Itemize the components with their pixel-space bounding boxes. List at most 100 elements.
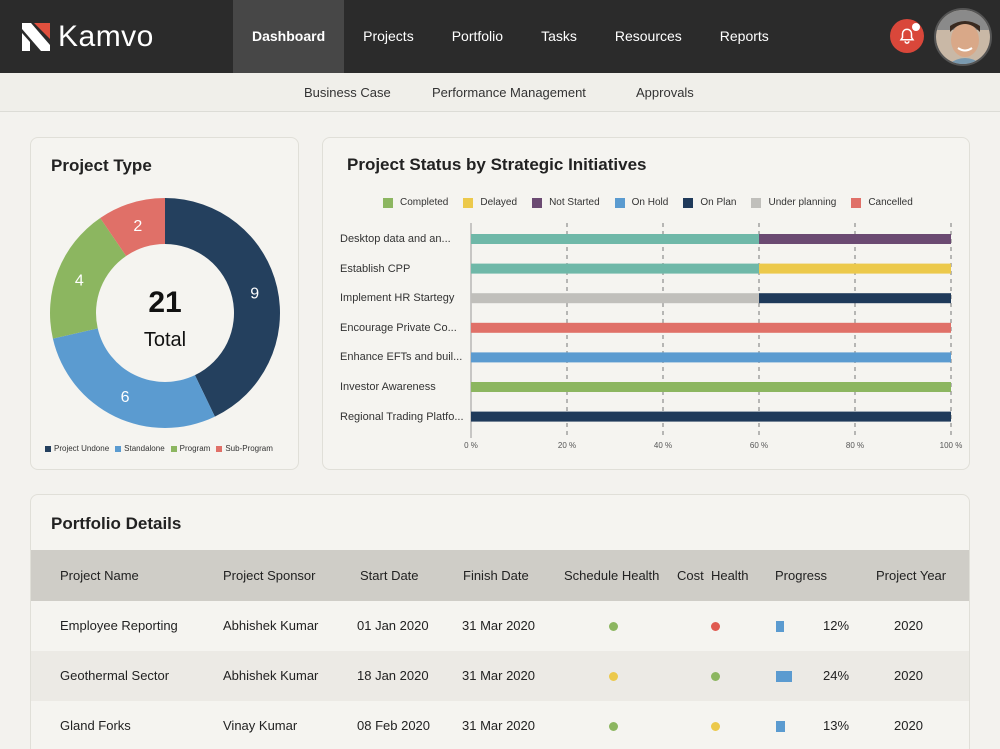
donut-slice-standalone[interactable] <box>52 328 215 428</box>
schedule-health-indicator <box>609 722 618 731</box>
legend-item[interactable]: Project Undone <box>45 444 109 453</box>
cell-progress: 12% <box>823 618 850 633</box>
cell-project-sponsor: Abhishek Kumar <box>223 618 319 633</box>
cost-health-indicator <box>711 622 720 631</box>
table-row[interactable]: Employee Reporting Abhishek Kumar 01 Jan 2… <box>31 601 969 651</box>
legend-label: Project Undone <box>54 444 110 453</box>
donut-total-value: 21 <box>148 286 181 319</box>
kamvo-logo-icon <box>22 23 50 51</box>
cell-progress: 13% <box>823 718 850 733</box>
nav-item-reports[interactable]: Reports <box>701 0 788 73</box>
app-logo[interactable]: Kamvo <box>22 20 154 53</box>
table-row[interactable]: Geothermal Sector Abhishek Kumar 18 Jan 20… <box>31 651 969 701</box>
sub-navbar: Business Case Performance Management App… <box>0 73 1000 112</box>
cell-finish-date: 31 Mar 2020 <box>462 618 535 633</box>
legend-swatch <box>45 445 51 452</box>
subnav-business-case[interactable]: Business Case <box>304 73 391 112</box>
bar-segment-on-hold[interactable] <box>471 352 951 363</box>
cell-progress: 24% <box>823 668 850 683</box>
col-finish-date[interactable]: Finish Date <box>463 550 529 601</box>
legend-item[interactable]: Program <box>170 444 211 453</box>
user-avatar[interactable] <box>934 8 992 66</box>
bar-segment-under-planning[interactable] <box>471 293 759 304</box>
cell-project-sponsor: Vinay Kumar <box>223 718 298 733</box>
cell-project-year: 2020 <box>894 668 923 683</box>
portfolio-details-title: Portfolio Details <box>51 514 182 533</box>
project-type-card: Project Type 9 6 4 2 21 Total Project Undone S… <box>30 137 299 470</box>
x-tick-label: 60 % <box>749 441 769 450</box>
project-type-title: Project Type <box>51 156 152 175</box>
cell-finish-date: 31 Mar 2020 <box>462 668 535 683</box>
bar-segment-cancelled[interactable] <box>471 322 951 333</box>
x-tick-label: 40 % <box>653 441 673 450</box>
bar-segment-not-started[interactable] <box>759 234 951 244</box>
top-navbar: Kamvo Dashboard Projects Portfolio Tasks Res… <box>0 0 1000 73</box>
bar-segment-delayed[interactable] <box>759 263 951 274</box>
col-project-year[interactable]: Project Year <box>876 550 946 601</box>
x-tick-label: 20 % <box>557 441 577 450</box>
col-progress[interactable]: Progress <box>775 550 827 601</box>
subnav-approvals[interactable]: Approvals <box>636 73 694 112</box>
legend-swatch <box>216 445 223 452</box>
nav-item-portfolio[interactable]: Portfolio <box>433 0 522 73</box>
x-tick-label: 100 % <box>939 441 963 450</box>
progress-bar <box>776 621 784 632</box>
cell-start-date: 18 Jan 2020 <box>357 668 429 683</box>
donut-slice-value: 9 <box>250 286 259 303</box>
nav-item-projects[interactable]: Projects <box>344 0 433 73</box>
cost-health-indicator <box>711 722 720 731</box>
bar-segment-completed[interactable] <box>471 382 951 392</box>
cell-project-name: Gland Forks <box>60 718 131 733</box>
col-project-sponsor[interactable]: Project Sponsor <box>223 550 316 601</box>
donut-slice-value: 2 <box>133 218 142 235</box>
bar-segment-on-plan[interactable] <box>759 293 951 304</box>
cell-project-name: Employee Reporting <box>60 618 178 633</box>
app-name: Kamvo <box>58 20 154 53</box>
nav-item-resources[interactable]: Resources <box>596 0 701 73</box>
main-nav: Dashboard Projects Portfolio Tasks Resources… <box>233 0 788 73</box>
legend-item[interactable]: Sub-Program <box>216 444 273 453</box>
legend-swatch <box>115 445 122 452</box>
nav-item-dashboard[interactable]: Dashboard <box>233 0 345 73</box>
cell-project-name: Geothermal Sector <box>60 668 170 683</box>
col-cost-health[interactable]: Cost Health <box>677 550 749 601</box>
portfolio-table-header: Project Name Project Sponsor Start Date … <box>31 550 969 601</box>
schedule-health-indicator <box>609 622 618 631</box>
legend-label: Standalone <box>124 444 165 453</box>
cost-health-indicator <box>711 672 720 681</box>
col-project-name[interactable]: Project Name <box>60 550 139 601</box>
progress-bar <box>776 721 785 732</box>
progress-bar <box>776 671 792 682</box>
cell-finish-date: 31 Mar 2020 <box>462 718 535 733</box>
project-status-card: Project Status by Strategic Initiatives … <box>322 137 970 470</box>
cell-project-year: 2020 <box>894 618 923 633</box>
bar-segment-completed-teal[interactable] <box>471 234 759 244</box>
legend-swatch <box>170 445 177 452</box>
bar-segment-completed-teal[interactable] <box>471 263 759 274</box>
legend-label: Program <box>179 444 211 453</box>
notification-dot <box>912 23 920 31</box>
schedule-health-indicator <box>609 672 618 681</box>
project-type-legend: Project Undone Standalone Program Sub-Progr… <box>45 444 279 453</box>
project-status-bar-chart <box>470 223 952 438</box>
project-type-donut-chart: 9 6 4 2 21 Total <box>50 198 280 428</box>
x-tick-label: 80 % <box>845 441 865 450</box>
bar-segment-on-plan[interactable] <box>471 411 951 422</box>
col-start-date[interactable]: Start Date <box>360 550 419 601</box>
subnav-performance-management[interactable]: Performance Management <box>432 73 586 112</box>
table-row[interactable]: Gland Forks Vinay Kumar 08 Feb 2020 31 Mar … <box>31 701 969 749</box>
col-schedule-health[interactable]: Schedule Health <box>564 550 659 601</box>
notification-bell-button[interactable] <box>890 19 924 53</box>
cell-start-date: 01 Jan 2020 <box>357 618 429 633</box>
x-tick-label: 0 % <box>464 441 478 450</box>
cell-project-sponsor: Abhishek Kumar <box>223 668 319 683</box>
legend-item[interactable]: Standalone <box>115 444 165 453</box>
donut-slice-value: 6 <box>121 389 130 406</box>
donut-slice-value: 4 <box>75 272 84 289</box>
donut-total-label: Total <box>144 329 186 351</box>
nav-item-tasks[interactable]: Tasks <box>522 0 596 73</box>
cell-project-year: 2020 <box>894 718 923 733</box>
portfolio-details-card: Portfolio Details Project Name Project S… <box>30 494 970 749</box>
avatar-image <box>936 10 990 64</box>
legend-label: Sub-Program <box>225 444 273 453</box>
